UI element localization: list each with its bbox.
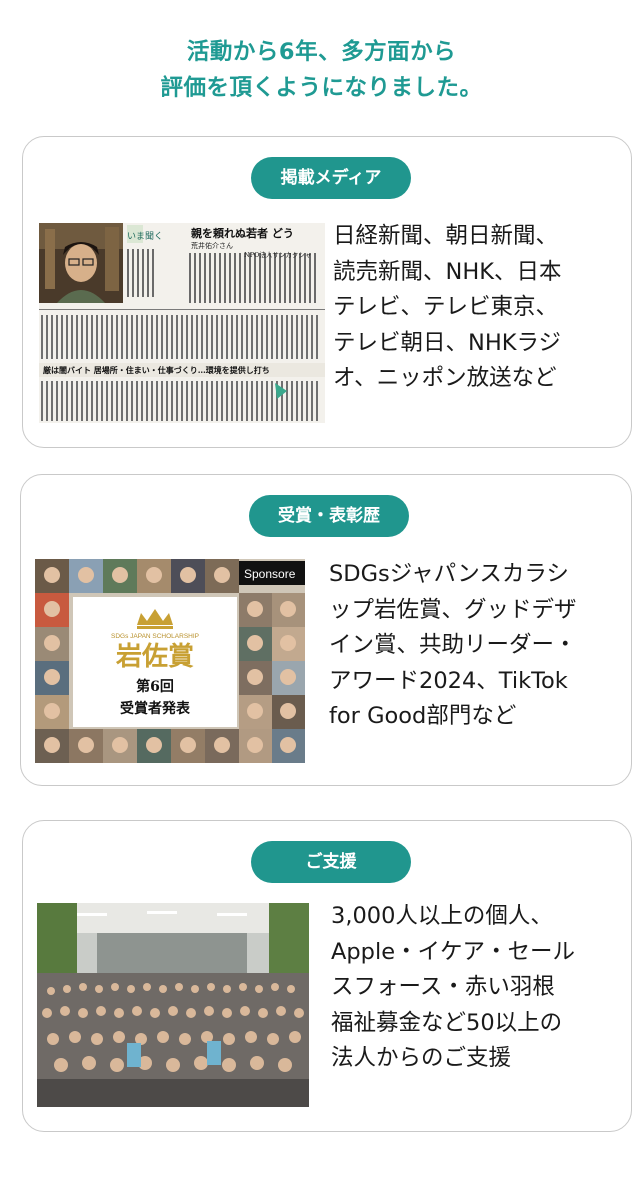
award-announcement-image: Sponsore SDGs JAPAN SCHOLARSHIP 岩佐賞 第6回 … <box>35 559 305 763</box>
support-label-badge: ご支援 <box>251 841 411 883</box>
awards-card: 受賞・表彰歴 Sponsore SDGs JAPAN SCHOLARSHIP 岩… <box>20 474 632 786</box>
clipping-kicker: いま聞く <box>127 231 163 242</box>
headline-line-1: 活動から6年、多方面から <box>186 39 457 65</box>
section-headline: 活動から6年、多方面から 評価を頂くようになりました。 <box>0 34 643 106</box>
scholarship-name: SDGs JAPAN SCHOLARSHIP <box>111 633 199 640</box>
media-card: 掲載メディア いま聞く 親を頼れぬ若者 どう 荒井佑介さん NPO法人サンカクシ… <box>22 136 632 448</box>
supporters-group-photo <box>37 903 309 1107</box>
clipping-byline: 荒井佑介さん <box>191 241 233 250</box>
clipping-headline-mid: 厳は闇バイト 居場所・住まい・仕事づくり…環境を提供し打ち <box>43 365 270 375</box>
award-name: 岩佐賞 <box>115 642 194 672</box>
awards-description: SDGsジャパンスカラシ ップ岩佐賞、グッドデザ イン賞、共助リーダー・ アワー… <box>329 561 577 729</box>
media-description: 日経新聞、朝日新聞、 読売新聞、NHK、日本 テレビ、テレビ東京、 テレビ朝日、… <box>333 223 562 391</box>
media-label-badge: 掲載メディア <box>251 157 411 199</box>
awards-label-badge: 受賞・表彰歴 <box>249 495 409 537</box>
support-card: ご支援 3,000人以上の個人、 Apple・イケア・セール スフォース・赤い羽… <box>22 820 632 1132</box>
sponsor-tag: Sponsore <box>244 567 296 581</box>
headline-line-2: 評価を頂くようになりました。 <box>160 75 483 101</box>
award-edition: 第6回 <box>136 678 174 695</box>
clipping-headline-top: 親を頼れぬ若者 どう <box>191 226 294 240</box>
clipping-org: NPO法人サンカクシャ <box>244 250 311 259</box>
award-announcement: 受賞者発表 <box>120 700 191 717</box>
support-description: 3,000人以上の個人、 Apple・イケア・セール スフォース・赤い羽根 福祉… <box>331 903 576 1071</box>
newspaper-clipping-image: いま聞く 親を頼れぬ若者 どう 荒井佑介さん NPO法人サンカクシャ 厳は闇バイ… <box>39 223 325 423</box>
